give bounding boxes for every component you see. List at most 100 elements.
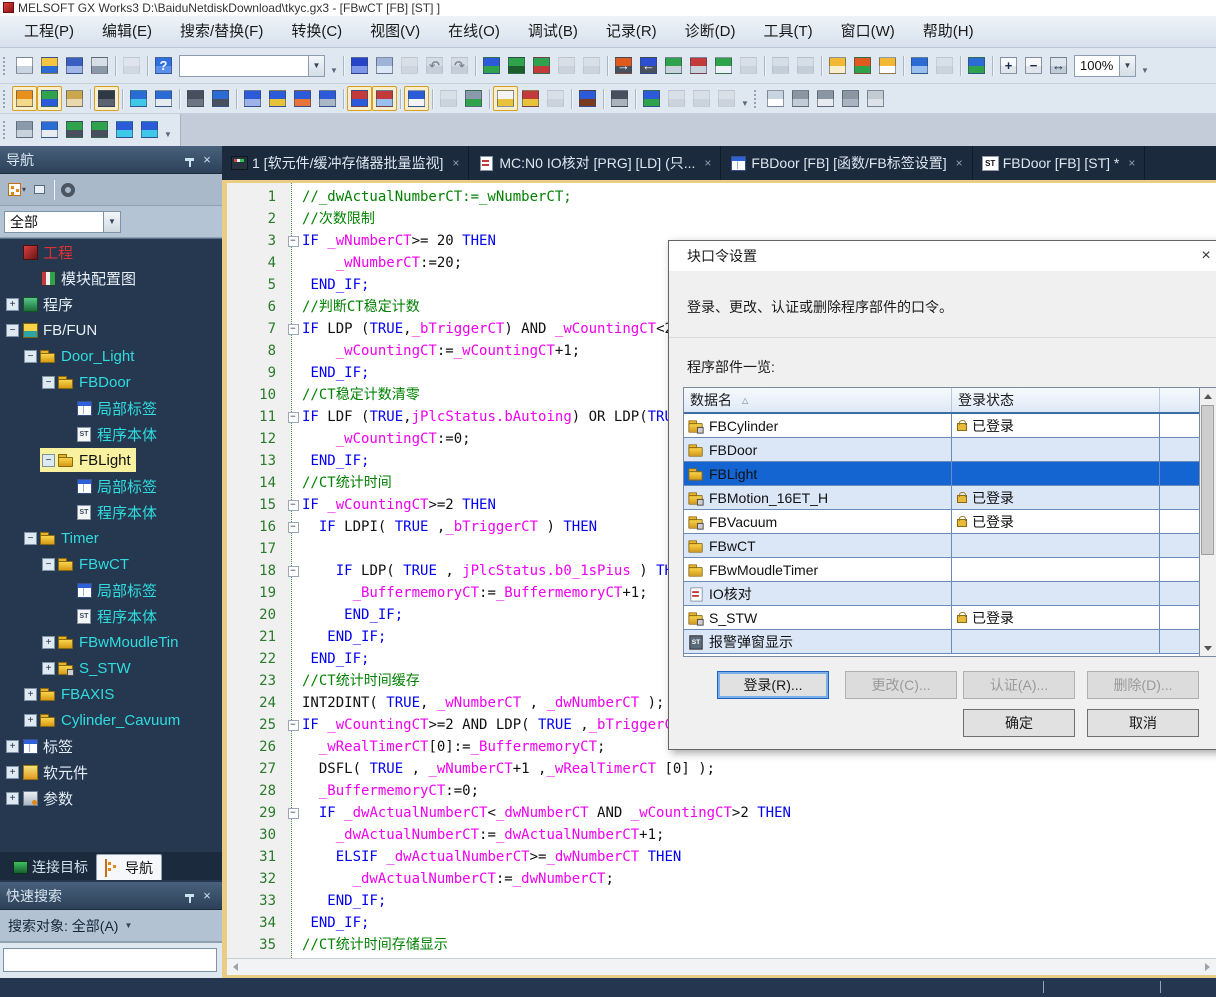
column-header-login-status[interactable]: 登录状态 <box>952 388 1160 412</box>
verify-plc-icon[interactable] <box>661 53 686 78</box>
document-tab-2[interactable]: FBDoor [FB] [函数/FB标签设置]× <box>721 146 972 180</box>
close-icon[interactable]: × <box>452 156 459 170</box>
library2-icon[interactable] <box>579 53 604 78</box>
window-select-combo[interactable]: ▼ <box>179 55 325 77</box>
device-write-icon[interactable] <box>479 53 504 78</box>
toolbar-overflow-button[interactable]: ▼ <box>739 88 751 110</box>
device-search-icon[interactable] <box>607 86 632 111</box>
horizontal-scrollbar[interactable] <box>227 958 1216 975</box>
minus-expander-icon[interactable]: − <box>42 558 55 571</box>
device-batch-a-icon[interactable] <box>768 53 793 78</box>
panel-tab-navigation[interactable]: 导航 <box>96 854 162 880</box>
note-icon[interactable] <box>875 53 900 78</box>
fold-collapse-icon[interactable]: − <box>288 236 299 247</box>
plus-expander-icon[interactable]: + <box>6 298 19 311</box>
plus-expander-icon[interactable]: + <box>42 636 55 649</box>
minus-expander-icon[interactable]: − <box>42 376 55 389</box>
align-b-icon[interactable] <box>137 117 162 142</box>
fold-collapse-icon[interactable]: − <box>288 808 299 819</box>
find-prev-icon[interactable] <box>62 117 87 142</box>
scroll-up-icon[interactable] <box>1200 388 1215 404</box>
fold-collapse-icon[interactable]: − <box>288 566 299 577</box>
chevron-down-icon[interactable]: ▼ <box>104 211 121 233</box>
table-row-3[interactable]: FBMotion_16ET_H已登录 <box>684 486 1199 510</box>
tree-item-6[interactable]: 局部标签 <box>0 395 222 421</box>
label-edit-icon[interactable] <box>493 86 518 111</box>
io-check-icon[interactable] <box>62 86 87 111</box>
menu-item-v[interactable]: 视图(V) <box>356 16 434 47</box>
device-io-icon[interactable] <box>529 53 554 78</box>
fold-collapse-icon[interactable]: − <box>288 324 299 335</box>
stamp-icon[interactable] <box>119 53 144 78</box>
tree-display-icon[interactable]: ▾ <box>6 179 28 201</box>
menu-item-e[interactable]: 编辑(E) <box>88 16 166 47</box>
tree-item-18[interactable]: +Cylinder_Cavuum <box>0 707 222 733</box>
module-c-icon[interactable] <box>838 86 863 111</box>
device-batch-icon[interactable] <box>315 86 340 111</box>
statement-icon[interactable] <box>825 53 850 78</box>
tree-item-2[interactable]: +程序 <box>0 291 222 317</box>
read-from-plc-icon[interactable]: ← <box>636 53 661 78</box>
zoom-out-icon[interactable]: − <box>1021 53 1046 78</box>
table-row-8[interactable]: S_STW已登录 <box>684 606 1199 630</box>
tree-item-13[interactable]: 局部标签 <box>0 577 222 603</box>
plus-expander-icon[interactable]: + <box>24 714 37 727</box>
module-config-icon[interactable] <box>94 86 119 111</box>
scroll-down-icon[interactable] <box>1200 640 1215 656</box>
zoom-in-icon[interactable]: + <box>996 53 1021 78</box>
fit-width-icon[interactable]: ↔ <box>1046 53 1071 78</box>
library-icon[interactable] <box>554 53 579 78</box>
scroll-left-icon[interactable] <box>227 959 244 975</box>
fold-collapse-icon[interactable]: − <box>288 720 299 731</box>
window-c-icon[interactable] <box>714 86 739 111</box>
device-comment-icon[interactable] <box>850 53 875 78</box>
minus-expander-icon[interactable]: − <box>24 350 37 363</box>
align-a-icon[interactable] <box>112 117 137 142</box>
plus-expander-icon[interactable]: + <box>6 766 19 779</box>
tree-item-8[interactable]: −FBLight <box>0 447 222 473</box>
menu-item-t[interactable]: 工具(T) <box>749 16 826 47</box>
undo-icon[interactable]: ↶ <box>422 53 447 78</box>
table-row-0[interactable]: FBCylinder已登录 <box>684 414 1199 438</box>
menu-item-p[interactable]: 工程(P) <box>10 16 88 47</box>
toolbar-overflow-button[interactable]: ▼ <box>162 119 174 141</box>
table-row-4[interactable]: FBVacuum已登录 <box>684 510 1199 534</box>
device-list-icon[interactable] <box>265 86 290 111</box>
intelligent-monitor-icon[interactable] <box>964 53 989 78</box>
tree-item-9[interactable]: 局部标签 <box>0 473 222 499</box>
table-row-1[interactable]: FBDoor <box>684 438 1199 462</box>
register-button[interactable]: 登录(R)... <box>717 671 829 699</box>
project-tree[interactable]: 工程模块配置图+程序−FB/FUN−Door_Light−FBDoor局部标签程… <box>0 238 222 852</box>
panel-tab-connection[interactable]: 连接目标 <box>4 854 96 880</box>
tree-item-19[interactable]: +标签 <box>0 733 222 759</box>
toolbar-overflow-button[interactable]: ▼ <box>328 55 340 77</box>
menu-item-w[interactable]: 窗口(W) <box>827 16 909 47</box>
watch-window-icon[interactable] <box>907 53 932 78</box>
ok-button[interactable]: 确定 <box>963 709 1075 737</box>
printer2-icon[interactable] <box>863 86 888 111</box>
minus-expander-icon[interactable]: − <box>24 532 37 545</box>
close-icon[interactable]: × <box>956 156 963 170</box>
tree-item-0[interactable]: 工程 <box>0 239 222 265</box>
device-usage-icon[interactable] <box>461 86 486 111</box>
fold-collapse-icon[interactable]: − <box>288 500 299 511</box>
menu-item-r[interactable]: 记录(R) <box>592 16 671 47</box>
collapse-all-icon[interactable] <box>28 179 50 201</box>
plus-expander-icon[interactable]: + <box>6 792 19 805</box>
close-icon[interactable]: × <box>1128 156 1135 170</box>
pin-icon[interactable] <box>180 151 198 169</box>
toolbar-overflow-button[interactable]: ▼ <box>1139 55 1151 77</box>
shield-icon[interactable] <box>543 86 568 111</box>
minus-expander-icon[interactable]: − <box>6 324 19 337</box>
pin-icon[interactable] <box>180 887 198 905</box>
sheet-icon[interactable] <box>813 86 838 111</box>
paste-icon[interactable] <box>397 53 422 78</box>
device-reference-icon[interactable] <box>290 86 315 111</box>
open-project-icon[interactable] <box>37 53 62 78</box>
program-parts-table[interactable]: 数据名△ 登录状态 FBCylinder已登录FBDoorFBLightFBMo… <box>683 387 1200 657</box>
tree-item-1[interactable]: 模块配置图 <box>0 265 222 291</box>
window-zoom-icon[interactable] <box>639 86 664 111</box>
program-check-icon[interactable] <box>37 117 62 142</box>
monitor-stop-icon[interactable] <box>736 53 761 78</box>
table-scrollbar[interactable] <box>1200 387 1216 657</box>
